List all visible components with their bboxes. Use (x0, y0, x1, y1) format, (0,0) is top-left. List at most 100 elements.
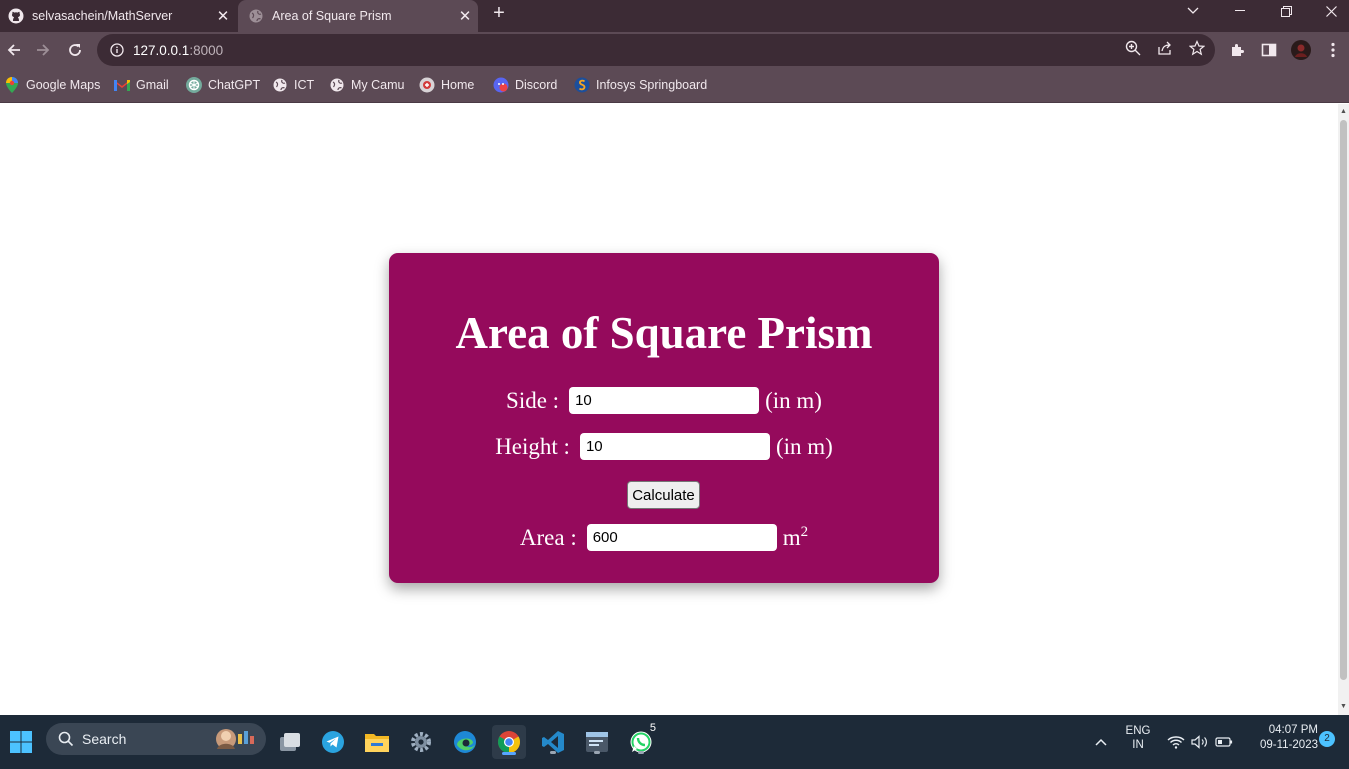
tab-label: Area of Square Prism (272, 9, 392, 23)
globe-icon (272, 77, 288, 93)
share-icon[interactable] (1157, 40, 1173, 56)
search-label: Search (82, 731, 127, 747)
open-indicator (550, 751, 556, 754)
side-unit: (in m) (765, 387, 822, 413)
volume-icon[interactable] (1190, 725, 1210, 759)
file-explorer-icon[interactable] (360, 725, 394, 759)
settings-icon[interactable] (404, 725, 438, 759)
notification-badge[interactable]: 2 (1319, 731, 1335, 747)
bookmark-label: My Camu (351, 78, 405, 92)
bookmark-ict[interactable]: ICT (272, 76, 314, 94)
restore-button[interactable] (1263, 0, 1309, 22)
vscode-icon[interactable] (536, 725, 570, 759)
zoom-icon[interactable] (1125, 40, 1141, 56)
bookmark-label: Gmail (136, 78, 169, 92)
battery-icon[interactable] (1214, 725, 1234, 759)
bookmark-discord[interactable]: Discord (493, 76, 557, 94)
new-tab-button[interactable]: + (488, 2, 510, 24)
start-button[interactable] (4, 725, 38, 759)
url-host: 127.0.0.1 (133, 42, 190, 58)
site-info-icon[interactable] (109, 42, 125, 58)
side-input[interactable] (569, 387, 760, 414)
language-code: ENG (1125, 725, 1151, 737)
page-title: Area of Square Prism (455, 308, 873, 358)
bookmarks-bar: Google Maps Gmail ChatGPT ICT My Camu Ho… (0, 68, 1349, 103)
region-code: IN (1132, 739, 1144, 751)
side-label: Side : (506, 387, 560, 413)
height-unit: (in m) (775, 433, 833, 459)
calculate-button[interactable]: Calculate (627, 481, 700, 509)
chrome-taskbar-icon[interactable] (492, 725, 526, 759)
tab-github[interactable]: selvasachein/MathServer ✕ (0, 0, 236, 32)
side-row: Side : (in m) (389, 387, 939, 414)
menu-kebab-icon[interactable] (1323, 40, 1343, 60)
close-window-button[interactable] (1308, 0, 1349, 22)
forward-button[interactable] (29, 36, 57, 64)
edge-icon[interactable] (448, 725, 482, 759)
bookmark-gmail[interactable]: Gmail (114, 76, 169, 94)
springboard-icon (574, 77, 590, 93)
bookmark-infosys-springboard[interactable]: Infosys Springboard (574, 76, 707, 94)
globe-icon (329, 77, 345, 93)
extensions-icon[interactable] (1227, 40, 1247, 60)
open-indicator (638, 751, 644, 754)
clock-time: 04:07 PM (1268, 724, 1318, 736)
bookmark-chatgpt[interactable]: ChatGPT (186, 76, 260, 94)
terminal-icon[interactable] (580, 725, 614, 759)
search-icon (58, 731, 74, 747)
maps-pin-icon (4, 77, 20, 93)
telegram-icon[interactable] (316, 725, 350, 759)
calculator-card: Area of Square Prism Side : (in m) Heigh… (389, 253, 939, 583)
search-highlight-icon (214, 726, 260, 752)
bookmark-home[interactable]: Home (419, 76, 474, 94)
tab-label: selvasachein/MathServer (32, 9, 173, 23)
scroll-down-icon[interactable]: ▼ (1339, 702, 1348, 711)
windows-taskbar: Search 5 ENG IN 04:07 PM 09-11-2023 2 (0, 715, 1349, 769)
page-content: Area of Square Prism Side : (in m) Heigh… (0, 104, 1338, 715)
wifi-icon[interactable] (1166, 725, 1186, 759)
active-indicator (502, 752, 516, 755)
bookmark-star-icon[interactable] (1188, 40, 1206, 56)
bookmark-label: ICT (294, 78, 315, 92)
close-tab-icon[interactable]: ✕ (210, 7, 236, 25)
scroll-thumb[interactable] (1340, 120, 1347, 680)
minimize-button[interactable] (1217, 0, 1263, 22)
area-unit: m2 (783, 524, 808, 551)
profile-avatar-icon[interactable] (1291, 40, 1311, 60)
area-output[interactable] (586, 524, 777, 551)
area-row: Area : m2 (389, 524, 939, 551)
scroll-up-icon[interactable]: ▲ (1339, 107, 1348, 116)
bookmark-label: Google Maps (26, 78, 101, 92)
gmail-icon (114, 77, 130, 93)
task-view-icon[interactable] (273, 725, 307, 759)
address-bar[interactable]: 127.0.0.1:8000 (97, 34, 1215, 66)
height-input[interactable] (579, 433, 770, 460)
bookmark-google-maps[interactable]: Google Maps (4, 76, 100, 94)
open-indicator (594, 751, 600, 754)
bookmark-my-camu[interactable]: My Camu (329, 76, 404, 94)
show-hidden-icons-button[interactable] (1084, 725, 1118, 759)
discord-icon (493, 77, 509, 93)
close-tab-icon[interactable]: ✕ (452, 7, 478, 25)
bookmark-label: Home (441, 78, 475, 92)
area-label: Area : (519, 524, 577, 550)
area-unit-base: m (782, 525, 801, 550)
tab-area-of-square-prism[interactable]: Area of Square Prism ✕ (238, 0, 478, 32)
bookmark-label: ChatGPT (208, 78, 261, 92)
taskbar-search[interactable]: Search (46, 723, 266, 755)
side-panel-icon[interactable] (1259, 40, 1279, 60)
clock[interactable]: 04:07 PM 09-11-2023 (1244, 724, 1318, 751)
home-site-icon (419, 77, 435, 93)
area-unit-exponent: 2 (800, 524, 809, 540)
bookmark-label: Discord (515, 78, 558, 92)
tab-search-icon[interactable] (1170, 0, 1216, 22)
browser-toolbar: 127.0.0.1:8000 (0, 32, 1349, 68)
chatgpt-icon (186, 77, 202, 93)
vertical-scrollbar[interactable]: ▲ ▼ (1338, 104, 1349, 715)
back-button[interactable] (0, 36, 28, 64)
whatsapp-icon[interactable]: 5 (624, 722, 658, 759)
reload-button[interactable] (61, 36, 89, 64)
whatsapp-badge: 5 (649, 722, 656, 734)
language-indicator[interactable]: ENG IN (1118, 725, 1158, 751)
height-row: Height : (in m) (389, 433, 939, 460)
